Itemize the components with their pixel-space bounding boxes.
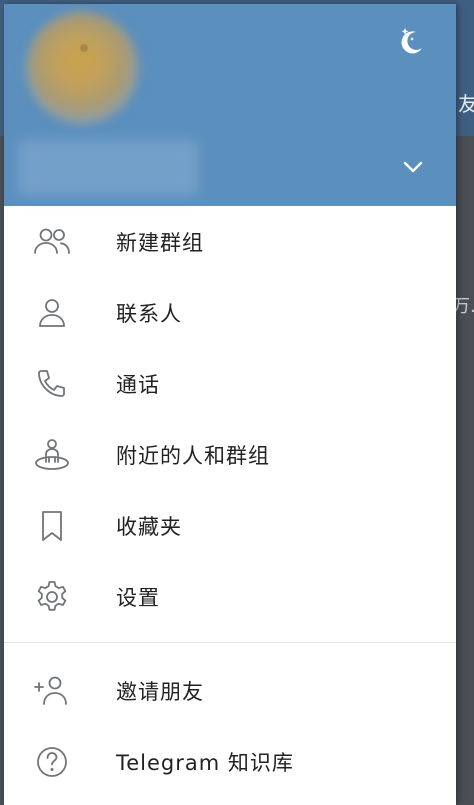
menu-item-label: Telegram 知识库	[116, 750, 294, 775]
invite-friend-icon	[32, 674, 72, 708]
menu-item-calls[interactable]: 通话	[4, 348, 456, 419]
menu-item-label: 邀请朋友	[116, 679, 204, 704]
contact-icon	[32, 296, 72, 330]
menu-item-label: 通话	[116, 372, 160, 397]
moon-stars-icon	[401, 28, 422, 54]
menu-item-label: 设置	[116, 585, 160, 610]
menu-item-invite-friends[interactable]: 邀请朋友	[4, 655, 456, 726]
phone-icon	[32, 367, 72, 401]
bookmark-icon	[32, 509, 72, 543]
help-icon	[32, 745, 72, 779]
menu-item-label: 新建群组	[116, 230, 204, 255]
menu-item-label: 收藏夹	[116, 514, 182, 539]
avatar[interactable]	[26, 12, 138, 124]
menu-item-people-nearby[interactable]: 附近的人和群组	[4, 419, 456, 490]
people-nearby-icon	[32, 438, 72, 472]
new-group-icon	[32, 225, 72, 259]
expand-accounts-button[interactable]	[398, 152, 428, 182]
menu-item-settings[interactable]: 设置	[4, 561, 456, 632]
menu-item-telegram-faq[interactable]: Telegram 知识库	[4, 726, 456, 797]
navigation-drawer: 新建群组 联系人 通话 附近的人和群组 收藏夹 设置 邀请朋友 Telegram…	[4, 4, 456, 805]
menu-item-label: 附近的人和群组	[116, 443, 270, 468]
menu-item-new-group[interactable]: 新建群组	[4, 206, 456, 277]
menu-divider	[4, 642, 456, 643]
avatar-detail	[80, 44, 88, 52]
menu-item-saved-messages[interactable]: 收藏夹	[4, 490, 456, 561]
night-mode-button[interactable]	[394, 24, 428, 58]
drawer-menu: 新建群组 联系人 通话 附近的人和群组 收藏夹 设置 邀请朋友 Telegram…	[4, 206, 456, 797]
chevron-down-icon	[403, 161, 423, 173]
settings-icon	[32, 580, 72, 614]
menu-item-label: 联系人	[116, 301, 182, 326]
background-header-text: 友	[458, 92, 474, 116]
menu-item-contacts[interactable]: 联系人	[4, 277, 456, 348]
drawer-header	[4, 4, 456, 206]
account-info-blurred	[18, 140, 198, 196]
